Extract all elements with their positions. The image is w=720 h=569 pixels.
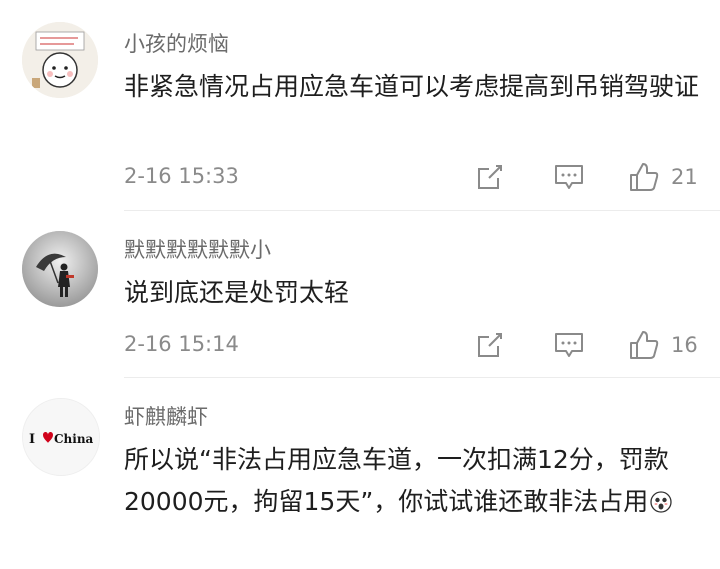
like-count: 21 (671, 165, 698, 189)
username[interactable]: 虾麒麟虾 (124, 401, 208, 431)
silhouette-umbrella-avatar-icon (22, 231, 98, 307)
comment-item: 默默默默默默小 说到底还是处罚太轻 2-16 15:14 16 (0, 211, 720, 377)
username[interactable]: 默默默默默默小 (124, 234, 271, 264)
share-icon (478, 333, 502, 357)
comment-text-content: 所以说“非法占用应急车道，一次扣满12分，罚款20000元，拘留15天”，你试试… (124, 445, 669, 516)
comment-meta: 2-16 15:33 21 (124, 160, 720, 196)
avatar[interactable] (22, 22, 98, 98)
thumbs-up-icon (630, 331, 659, 359)
reply-button[interactable] (554, 160, 584, 194)
thumbs-up-icon (630, 163, 659, 191)
comment-item: 小孩的烦恼 非紧急情况占用应急车道可以考虑提高到吊销驾驶证 2-16 15:33 (0, 0, 720, 210)
comment-text: 说到底还是处罚太轻 (124, 278, 350, 307)
comment-item: I China 虾麒麟虾 所以说“非法占用应急车道，一次扣满12分，罚款2000… (0, 378, 720, 569)
comment-icon (555, 333, 583, 357)
svg-text:I: I (29, 432, 35, 447)
reply-button[interactable] (554, 328, 584, 362)
share-icon (478, 165, 502, 189)
i-love-china-avatar-icon: I China (23, 399, 99, 475)
comment-icon (555, 165, 583, 189)
timestamp: 2-16 15:33 (124, 164, 239, 188)
username[interactable]: 小孩的烦恼 (124, 28, 229, 58)
comment-meta: 2-16 15:14 16 (124, 328, 720, 364)
like-button[interactable]: 21 (629, 160, 698, 194)
shocked-face-emoji-icon (650, 484, 672, 526)
comment-text: 所以说“非法占用应急车道，一次扣满12分，罚款20000元，拘留15天”，你试试… (124, 439, 709, 526)
share-button[interactable] (476, 160, 504, 194)
avatar[interactable]: I China (22, 398, 100, 476)
avatar[interactable] (22, 231, 98, 307)
timestamp: 2-16 15:14 (124, 332, 239, 356)
like-count: 16 (671, 333, 698, 357)
share-button[interactable] (476, 328, 504, 362)
svg-text:China: China (54, 432, 94, 446)
cartoon-child-avatar-icon (22, 22, 98, 98)
comment-text: 非紧急情况占用应急车道可以考虑提高到吊销驾驶证 (124, 72, 700, 101)
like-button[interactable]: 16 (629, 328, 698, 362)
